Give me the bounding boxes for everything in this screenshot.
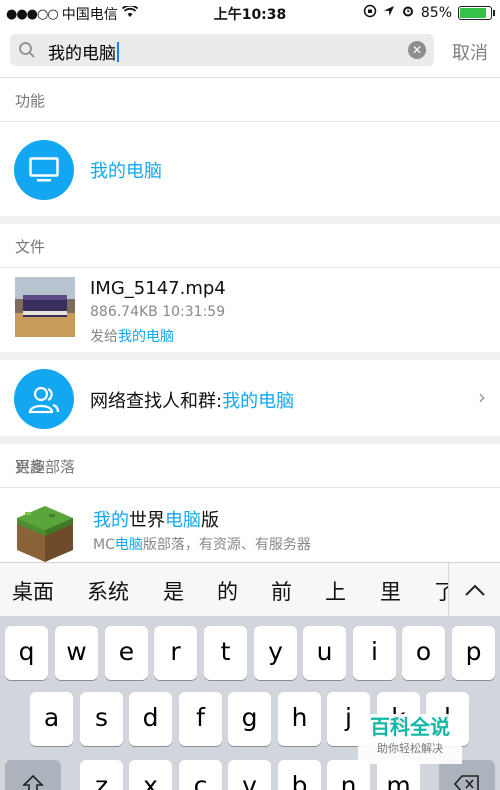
candidate-word[interactable]: 桌面 [12, 576, 54, 606]
key-c[interactable]: c [179, 760, 222, 790]
tribe-title: 我的世界电脑版 [93, 510, 219, 531]
my-computer-result[interactable]: 我的电脑 [0, 122, 500, 216]
network-search-row[interactable]: 网络查找人和群:我的电脑 › [0, 360, 500, 436]
candidate-word[interactable]: 前 [271, 576, 292, 606]
expand-candidates-button[interactable] [448, 563, 500, 617]
status-bar: ●●●○○ 中国电信 上午10:38 85% [0, 0, 500, 26]
key-s[interactable]: s [80, 692, 123, 746]
key-f[interactable]: f [179, 692, 222, 746]
alarm-icon [401, 4, 415, 22]
watermark-logo: 百科全说 助你轻松解决 [358, 714, 462, 764]
tribe-result[interactable]: 我的世界电脑版 MC电脑版部落，有资源、有服务器 [0, 488, 500, 562]
section-header-tribe: 兴趣部落 更多 › [0, 444, 500, 488]
key-z[interactable]: z [80, 760, 123, 790]
key-r[interactable]: r [154, 626, 197, 680]
orientation-lock-icon [363, 4, 377, 22]
my-computer-label: 我的电脑 [90, 161, 162, 182]
ime-candidate-bar: 桌面 系统 是 的 前 上 里 了 [0, 562, 500, 617]
candidate-word[interactable]: 里 [380, 576, 401, 606]
key-y[interactable]: y [254, 626, 297, 680]
key-a[interactable]: a [30, 692, 73, 746]
tribe-description: MC电脑版部落，有资源、有服务器 [93, 537, 311, 553]
backspace-icon [453, 775, 479, 790]
delete-key[interactable] [439, 760, 495, 790]
section-divider [0, 216, 500, 224]
section-divider [0, 436, 500, 444]
key-g[interactable]: g [228, 692, 271, 746]
key-o[interactable]: o [402, 626, 445, 680]
text-cursor [117, 42, 119, 62]
key-x[interactable]: x [129, 760, 172, 790]
chevron-up-icon [464, 584, 485, 596]
key-w[interactable]: w [55, 626, 98, 680]
people-icon [14, 369, 74, 429]
key-p[interactable]: p [452, 626, 495, 680]
key-n[interactable]: n [327, 760, 370, 790]
network-search-label: 网络查找人和群:我的电脑 [90, 391, 295, 412]
minecraft-block-icon [15, 504, 75, 562]
key-i[interactable]: i [353, 626, 396, 680]
candidate-word[interactable]: 上 [325, 576, 346, 606]
computer-icon [14, 140, 74, 200]
section-header-file: 文件 [0, 224, 500, 268]
video-thumbnail [15, 277, 75, 337]
section-header-function: 功能 [0, 78, 500, 122]
search-bar: 我的电脑 ✕ 取消 [0, 26, 500, 78]
file-meta: 886.74KB 10:31:59 [90, 304, 226, 320]
section-divider [0, 352, 500, 360]
file-sent-to: 发给我的电脑 [90, 329, 174, 345]
shift-key[interactable] [5, 760, 61, 790]
key-v[interactable]: v [228, 760, 271, 790]
key-u[interactable]: u [303, 626, 346, 680]
key-q[interactable]: q [5, 626, 48, 680]
key-m[interactable]: m [377, 760, 420, 790]
candidate-word[interactable]: 系统 [87, 576, 129, 606]
chevron-right-icon: › [15, 454, 23, 475]
key-t[interactable]: t [204, 626, 247, 680]
battery-percent: 85% [420, 5, 452, 21]
candidate-word[interactable]: 是 [163, 576, 184, 606]
search-input[interactable]: 我的电脑 ✕ [10, 34, 434, 66]
shift-icon [22, 774, 44, 790]
location-icon [383, 5, 395, 21]
key-e[interactable]: e [105, 626, 148, 680]
search-query[interactable]: 我的电脑 [48, 39, 119, 64]
search-icon [18, 41, 36, 63]
file-name: IMG_5147.mp4 [90, 278, 226, 299]
file-result[interactable] [0, 268, 500, 352]
candidate-word[interactable]: 的 [217, 576, 238, 606]
chevron-right-icon: › [478, 385, 486, 409]
battery-icon [458, 6, 495, 20]
cancel-button[interactable]: 取消 [452, 39, 488, 65]
clear-search-icon[interactable]: ✕ [408, 41, 426, 59]
key-b[interactable]: b [278, 760, 321, 790]
key-h[interactable]: h [278, 692, 321, 746]
key-d[interactable]: d [129, 692, 172, 746]
